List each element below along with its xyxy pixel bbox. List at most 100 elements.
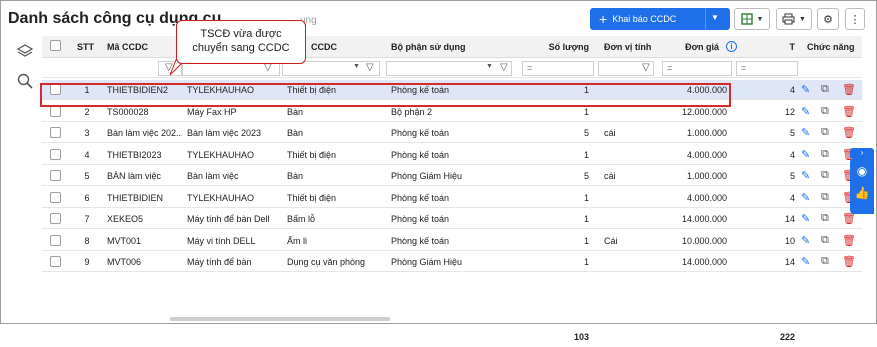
table-row[interactable]: 8 MVT001 Máy vi tính DELL Ấm li Phòng kế toá… — [42, 231, 862, 251]
copy-icon[interactable]: ⧉ — [821, 83, 829, 96]
cell-stt: 4 — [84, 149, 90, 160]
more-button[interactable]: ⋮ — [845, 8, 865, 30]
delete-icon[interactable]: 🗑 — [842, 105, 856, 118]
delete-icon[interactable]: 🗑 — [842, 234, 856, 247]
header-dvt[interactable]: Đơn vị tính — [599, 36, 669, 58]
cell-t: 4 — [789, 192, 795, 203]
edit-icon[interactable]: ✎ — [801, 83, 810, 96]
print-icon — [782, 13, 795, 25]
side-widget[interactable]: › ◉ 👍 — [850, 148, 874, 214]
copy-icon[interactable]: ⧉ — [821, 191, 829, 204]
more-icon: ⋮ — [849, 13, 861, 26]
filter-soluong-input[interactable]: = — [522, 61, 594, 76]
table-row[interactable]: 6 THIETBIDIEN TYLEKHAUHAO Thiết bị điện Phòn… — [42, 188, 862, 208]
chevron-right-icon[interactable]: › — [850, 148, 874, 158]
chevron-down-icon[interactable]: ▼ — [486, 63, 493, 70]
edit-icon[interactable]: ✎ — [801, 126, 810, 139]
edit-icon[interactable]: ✎ — [801, 148, 810, 161]
header-bophan[interactable]: Bộ phận sử dụng — [386, 36, 506, 58]
row-checkbox[interactable] — [50, 170, 61, 181]
copy-icon[interactable]: ⧉ — [821, 105, 829, 118]
add-ccdc-label: Khai báo CCDC — [612, 14, 677, 24]
cell-bophan: Phòng kế toán — [391, 235, 450, 246]
total-t: 222 — [779, 332, 795, 342]
layers-icon[interactable] — [17, 44, 33, 60]
copy-icon[interactable]: ⧉ — [821, 148, 829, 161]
cell-loai: Dụng cụ văn phòng — [287, 257, 366, 267]
filter-dongia-input[interactable]: = — [662, 61, 732, 76]
table-row[interactable]: 7 XEKEO5 Máy tính để bàn Dell Bấm lỗ Phòng k… — [42, 209, 862, 229]
copy-icon[interactable]: ⧉ — [821, 255, 829, 268]
chevron-down-icon[interactable]: ▼ — [711, 13, 719, 22]
chevron-down-icon[interactable]: ▼ — [353, 63, 360, 70]
copy-icon[interactable]: ⧉ — [821, 212, 829, 225]
chat-icon[interactable]: ◉ — [850, 158, 874, 178]
delete-icon[interactable]: 🗑 — [842, 255, 856, 268]
total-soluong: 103 — [573, 332, 589, 342]
cell-ma: MVT006 — [107, 257, 142, 267]
header-stt[interactable]: STT — [72, 36, 102, 58]
print-button[interactable]: ▼ — [776, 8, 812, 30]
header-dongia[interactable]: Đơn giá — [662, 36, 724, 58]
edit-icon[interactable]: ✎ — [801, 105, 810, 118]
cell-stt: 8 — [84, 235, 90, 246]
row-checkbox[interactable] — [50, 256, 61, 267]
cell-ten: Máy tính để bàn — [187, 257, 252, 267]
row-checkbox[interactable] — [50, 191, 61, 203]
settings-button[interactable]: ⚙ — [817, 8, 839, 30]
filter-t-input[interactable]: = — [736, 61, 798, 76]
chevron-down-icon: ▼ — [799, 15, 806, 23]
header-chucnang: Chức năng — [807, 42, 855, 52]
filter-icon[interactable]: ▽ — [500, 62, 508, 73]
info-icon[interactable]: i — [726, 41, 737, 52]
edit-icon[interactable]: ✎ — [801, 234, 810, 247]
edit-icon[interactable]: ✎ — [801, 191, 810, 204]
header-t[interactable]: T — [742, 36, 800, 58]
header-soluong[interactable]: Số lượng — [512, 36, 594, 58]
add-ccdc-button[interactable]: + Khai báo CCDC ▼ — [590, 8, 730, 30]
cell-t: 14 — [784, 214, 795, 224]
cell-loai: Thiết bị điện — [287, 149, 337, 160]
cell-soluong: 1 — [583, 214, 589, 224]
plus-icon: + — [599, 11, 608, 27]
copy-icon[interactable]: ⧉ — [821, 234, 829, 247]
row-checkbox[interactable] — [50, 127, 61, 138]
search-icon[interactable] — [17, 73, 33, 89]
cell-dvt — [599, 209, 659, 229]
cell-dvt: cái — [604, 128, 616, 138]
edit-icon[interactable]: ✎ — [801, 212, 810, 225]
callout-annotation: TSCĐ vừa được chuyển sang CCDC — [176, 20, 306, 64]
cell-soluong: 1 — [583, 235, 589, 246]
cell-dongia: 4.000.000 — [686, 149, 727, 160]
cell-t: 10 — [784, 235, 795, 246]
filter-icon[interactable]: ▽ — [366, 62, 374, 73]
header-ten[interactable]: CCDC — [306, 36, 346, 58]
copy-icon[interactable]: ⧉ — [821, 169, 829, 182]
table-row[interactable]: 3 Bàn làm việc 202... Bàn làm việc 2023 Bàn… — [42, 123, 862, 143]
cell-ten: Máy tính để bàn Dell — [187, 214, 270, 224]
delete-icon[interactable]: 🗑 — [842, 126, 856, 139]
cell-t: 4 — [789, 85, 795, 95]
excel-export-button[interactable]: ▼ — [734, 8, 770, 30]
cell-loai: Ấm li — [287, 235, 307, 246]
filter-icon[interactable]: ▽ — [642, 62, 650, 73]
select-all-checkbox[interactable] — [50, 40, 61, 51]
button-separator — [705, 8, 706, 30]
row-checkbox[interactable] — [50, 234, 61, 246]
table-row[interactable]: 5 BÀN làm việc Bàn làm việc Bàn Phòng Giám H… — [42, 166, 862, 186]
excel-icon — [740, 13, 753, 25]
edit-icon[interactable]: ✎ — [801, 169, 810, 182]
edit-icon[interactable]: ✎ — [801, 255, 810, 268]
row-checkbox[interactable] — [50, 148, 61, 160]
thumbs-up-icon[interactable]: 👍 — [850, 178, 874, 200]
table-row[interactable]: 4 THIETBI2023 TYLEKHAUHAO Thiết bị điện Phòn… — [42, 145, 862, 165]
cell-dongia: 14.000.000 — [681, 214, 727, 224]
cell-t: 5 — [789, 171, 795, 181]
row-checkbox[interactable] — [50, 213, 61, 224]
copy-icon[interactable]: ⧉ — [821, 126, 829, 139]
delete-icon[interactable]: 🗑 — [842, 83, 856, 96]
filter-bophan-input[interactable] — [386, 61, 512, 76]
row-checkbox[interactable] — [50, 105, 61, 117]
horizontal-scrollbar[interactable] — [170, 317, 390, 321]
table-row[interactable]: 9 MVT006 Máy tính để bàn Dụng cụ văn phòng P… — [42, 252, 862, 272]
